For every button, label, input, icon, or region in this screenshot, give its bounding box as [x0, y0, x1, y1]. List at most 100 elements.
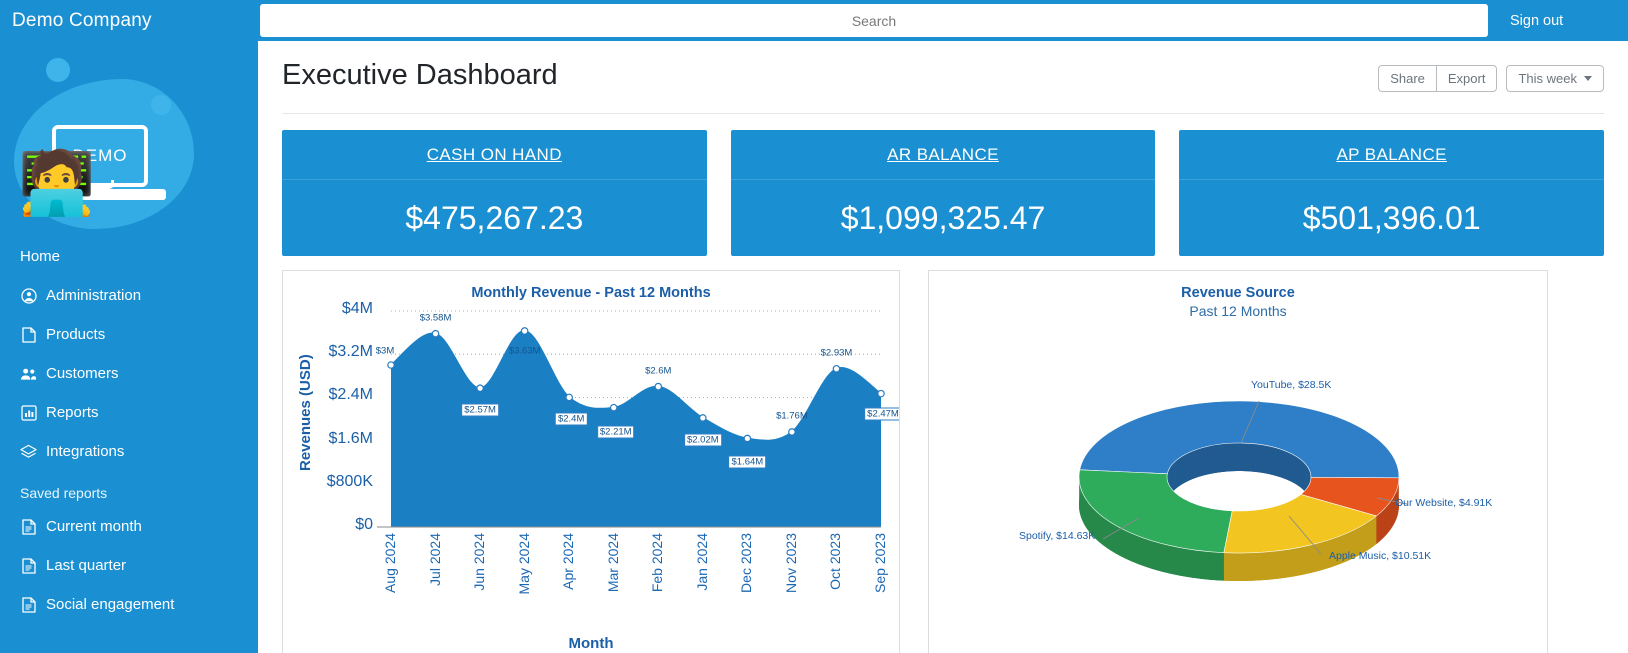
- search-input[interactable]: [260, 4, 1488, 37]
- x-axis-tick: Jan 2024: [693, 533, 710, 591]
- data-point-label: $2.02M: [683, 433, 722, 447]
- sidebar-nav: Home Administration Products Customers R…: [0, 237, 258, 624]
- sidebar-item-label: Social engagement: [46, 596, 175, 613]
- date-range-label: This week: [1518, 71, 1577, 86]
- sidebar-section-saved-reports: Saved reports: [20, 485, 108, 501]
- top-bar: Sign out: [258, 0, 1628, 41]
- kpi-card-ar-balance[interactable]: AR BALANCE $1,099,325.47: [730, 130, 1156, 256]
- pie-slice-label: YouTube, $28.5K: [1251, 379, 1332, 391]
- report-file-icon: [20, 518, 37, 535]
- sidebar-item-integrations[interactable]: Integrations: [0, 432, 258, 471]
- bar-chart-icon: [20, 404, 37, 421]
- x-axis-tick: Nov 2023: [782, 533, 799, 593]
- sidebar-logo: DEMO 🧑‍💻: [0, 41, 258, 237]
- dashboard-page: Demo Company DEMO 🧑‍💻 Home Administratio…: [0, 0, 1628, 653]
- page-header: Executive Dashboard Share Export This we…: [282, 41, 1604, 114]
- chevron-down-icon: [1584, 76, 1592, 81]
- y-axis-tick: $3.2M: [328, 343, 373, 361]
- sidebar-item-label: Administration: [46, 287, 142, 304]
- sidebar-item-label: Reports: [46, 404, 99, 421]
- y-axis-tick: $2.4M: [328, 386, 373, 404]
- x-axis-tick: Aug 2024: [382, 533, 398, 593]
- sidebar-item-administration[interactable]: Administration: [0, 276, 258, 315]
- report-file-icon: [20, 557, 37, 574]
- y-axis-tick: $0: [355, 516, 373, 533]
- header-actions: Share Export This week: [1378, 65, 1604, 92]
- sidebar-item-label: Last quarter: [46, 557, 127, 574]
- donut-chart-plot[interactable]: YouTube, $28.5K Our Website, $4.91K Apple …: [929, 271, 1547, 653]
- export-button[interactable]: Export: [1436, 65, 1498, 92]
- x-axis-tick: Jun 2024: [471, 533, 488, 591]
- sidebar-item-label: Integrations: [46, 443, 125, 460]
- data-point-label: $2.93M: [820, 347, 853, 359]
- data-point-label: $2.6M: [645, 365, 672, 377]
- page-title: Executive Dashboard: [282, 59, 558, 91]
- data-point-label: $3.58M: [419, 312, 452, 324]
- x-axis-tick: Feb 2024: [649, 533, 666, 593]
- pie-slice-label: Our Website, $4.91K: [1395, 497, 1493, 509]
- kpi-header: AP BALANCE: [1179, 130, 1605, 180]
- x-axis-tick: Apr 2024: [560, 533, 577, 590]
- sidebar-item-label: Home: [20, 248, 61, 265]
- sidebar-item-social-engagement[interactable]: Social engagement: [0, 585, 258, 624]
- kpi-card-ap-balance[interactable]: AP BALANCE $501,396.01: [1179, 130, 1605, 256]
- sidebar-item-current-month[interactable]: Current month: [0, 507, 258, 546]
- data-point-label: $2.4M: [554, 412, 588, 426]
- share-button[interactable]: Share: [1378, 65, 1437, 92]
- sidebar-item-home[interactable]: Home: [0, 237, 258, 276]
- sidebar-item-last-quarter[interactable]: Last quarter: [0, 546, 258, 585]
- data-point-label: $2.21M: [596, 425, 635, 439]
- data-point-label: $3.63M: [508, 345, 541, 357]
- kpi-value: $475,267.23: [405, 199, 584, 236]
- kpi-card-cash-on-hand[interactable]: CASH ON HAND $475,267.23: [282, 130, 707, 256]
- file-icon: [20, 326, 37, 343]
- main-content: Executive Dashboard Share Export This we…: [258, 41, 1628, 653]
- sidebar-item-products[interactable]: Products: [0, 315, 258, 354]
- people-icon: [20, 365, 37, 382]
- sign-out-link[interactable]: Sign out: [1510, 13, 1563, 29]
- monthly-revenue-panel: Monthly Revenue - Past 12 Months Revenue…: [282, 270, 900, 653]
- x-axis-tick: Sep 2023: [872, 533, 888, 593]
- data-point-label: $2.57M: [461, 403, 499, 417]
- sidebar-item-label: Products: [46, 326, 106, 343]
- pie-slice-label: Apple Music, $10.51K: [1329, 550, 1432, 562]
- kpi-label[interactable]: AR BALANCE: [887, 145, 999, 165]
- kpi-header: CASH ON HAND: [282, 130, 707, 180]
- data-point-label: $3M: [375, 345, 395, 357]
- report-file-icon: [20, 596, 37, 613]
- kpi-value: $1,099,325.47: [840, 199, 1046, 236]
- share-export-group: Share Export: [1378, 65, 1498, 92]
- sidebar-item-customers[interactable]: Customers: [0, 354, 258, 393]
- sidebar-item-label: Customers: [46, 365, 119, 382]
- logo-dot-small: [46, 58, 70, 82]
- date-range-dropdown[interactable]: This week: [1506, 65, 1604, 92]
- sidebar-item-reports[interactable]: Reports: [0, 393, 258, 432]
- x-axis-tick: Oct 2023: [827, 533, 844, 590]
- user-circle-icon: [20, 287, 37, 304]
- y-axis-tick: $4M: [341, 300, 373, 317]
- kpi-row: CASH ON HAND $475,267.23 AR BALANCE $1,0…: [282, 130, 1605, 256]
- layers-icon: [20, 443, 37, 460]
- data-point-label: $1.76M: [776, 410, 808, 422]
- data-point-label: $1.64M: [728, 455, 767, 469]
- sidebar: Demo Company DEMO 🧑‍💻 Home Administratio…: [0, 0, 258, 653]
- pie-slice-label: Spotify, $14.63K: [1019, 530, 1096, 542]
- x-axis-tick: May 2024: [515, 533, 532, 595]
- brand-title: Demo Company: [0, 0, 258, 41]
- x-axis-tick: Dec 2023: [738, 533, 755, 593]
- charts-row: Monthly Revenue - Past 12 Months Revenue…: [282, 270, 1604, 653]
- revenue-source-panel: Revenue Source Past 12 Months YouTube, $…: [928, 270, 1548, 653]
- kpi-value: $501,396.01: [1302, 199, 1481, 236]
- logo-dot-tiny: [151, 95, 171, 115]
- x-axis-tick: Jul 2024: [426, 533, 443, 586]
- kpi-label[interactable]: CASH ON HAND: [427, 145, 562, 165]
- kpi-label[interactable]: AP BALANCE: [1336, 145, 1446, 165]
- data-point-label: $2.47M: [864, 407, 899, 421]
- y-axis-tick: $1.6M: [328, 429, 373, 447]
- y-axis-tick: $800K: [326, 472, 373, 490]
- x-axis-tick: Mar 2024: [604, 533, 621, 593]
- kpi-header: AR BALANCE: [730, 130, 1156, 180]
- area-chart-plot[interactable]: $0 $800K $1.6M $2.4M $3.2M $4M Aug 2024 Jul 202…: [283, 271, 899, 653]
- avatar-illustration: 🧑‍💻: [18, 149, 96, 218]
- sidebar-item-label: Current month: [46, 518, 142, 535]
